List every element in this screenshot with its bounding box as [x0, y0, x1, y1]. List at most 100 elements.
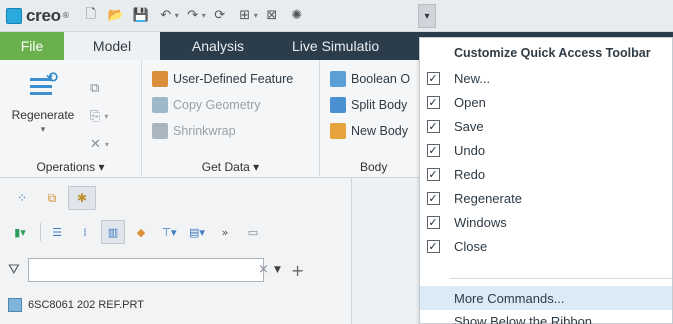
menu-item-new[interactable]: ✓ New...: [420, 66, 672, 90]
new-body-button[interactable]: New Body: [330, 120, 408, 142]
user-defined-feature-label: User-Defined Feature: [173, 72, 294, 86]
operations-group-label[interactable]: Operations ▾: [0, 160, 141, 174]
customize-icon[interactable]: ✺: [286, 5, 308, 27]
windows-icon[interactable]: ⊞: [234, 5, 256, 27]
part-icon: [8, 298, 22, 312]
show-icon[interactable]: ◆: [129, 220, 153, 244]
tab-file[interactable]: File: [0, 32, 64, 60]
tree-columns-icon[interactable]: ⁞: [73, 220, 97, 244]
menu-item-close[interactable]: ✓ Close: [420, 234, 672, 258]
menu-item-more-commands[interactable]: More Commands...: [420, 286, 672, 310]
regenerate-large-icon: ⟲: [28, 70, 58, 100]
undo-icon[interactable]: ↶: [155, 5, 177, 27]
tab-analysis[interactable]: Analysis: [160, 32, 276, 60]
filter-dropdown-icon[interactable]: ▼: [274, 265, 281, 275]
operations-group: ⟲ Regenerate ▾ ⧉ ⎘ ▾ ✕ ▾ Operations ▾: [0, 60, 142, 178]
undo-dropdown-icon[interactable]: ▾: [175, 11, 179, 20]
user-defined-feature-button[interactable]: User-Defined Feature: [152, 68, 293, 90]
checkbox-redo[interactable]: ✓: [426, 167, 440, 181]
copy-geometry-icon: [152, 97, 168, 113]
regenerate-label: Regenerate: [11, 108, 75, 122]
document-icon[interactable]: ▭: [241, 220, 265, 244]
model-display-icon[interactable]: ▮▾: [8, 220, 32, 244]
tree-filter-icon[interactable]: ⊤▾: [157, 220, 181, 244]
regenerate-button[interactable]: ⟲ Regenerate ▾: [8, 70, 78, 135]
redo-dropdown-icon[interactable]: ▾: [202, 11, 206, 20]
menu-item-label: More Commands...: [454, 290, 565, 306]
creo-window: creo ® 🗋 📂 💾 ↶ ▾ ↷ ▾ ⟳ ⊞ ▾ ⊠ ✺ ▾ File Mod…: [0, 0, 673, 324]
menu-item-label: Save: [454, 118, 484, 134]
tab-live-simulation[interactable]: Live Simulatio: [276, 32, 395, 60]
menu-item-redo[interactable]: ✓ Redo: [420, 162, 672, 186]
filter-input[interactable]: [28, 258, 264, 282]
delete-icon[interactable]: ✕ ▾: [90, 130, 130, 158]
menu-item-label: Show Below the Ribbon: [454, 313, 593, 324]
menu-item-label: Close: [454, 238, 488, 254]
panel-tabs: ⁘ ⧉ ✱: [8, 186, 98, 210]
shrinkwrap-button[interactable]: Shrinkwrap: [152, 120, 236, 142]
add-filter-icon[interactable]: +: [291, 261, 304, 280]
more-tools-icon[interactable]: »: [213, 220, 237, 244]
menu-item-open[interactable]: ✓ Open: [420, 90, 672, 114]
get-data-group: User-Defined Feature Copy Geometry Shrin…: [142, 60, 320, 178]
checkbox-close[interactable]: ✓: [426, 239, 440, 253]
menu-item-label: New...: [454, 70, 491, 86]
checkbox-new[interactable]: ✓: [426, 71, 440, 85]
checkbox-undo[interactable]: ✓: [426, 143, 440, 157]
shrinkwrap-icon: [152, 123, 168, 139]
boolean-operations-icon: [330, 71, 346, 87]
tree-list-icon[interactable]: ☰: [45, 220, 69, 244]
menu-item-save[interactable]: ✓ Save: [420, 114, 672, 138]
checkbox-save[interactable]: ✓: [426, 119, 440, 133]
new-body-icon: [330, 123, 346, 139]
paste-icon[interactable]: ⎘ ▾: [90, 102, 130, 130]
split-body-label: Split Body: [351, 98, 408, 112]
checkbox-regenerate[interactable]: ✓: [426, 191, 440, 205]
menu-title: Customize Quick Access Toolbar: [454, 46, 651, 60]
filter-input-wrap: ×: [28, 258, 269, 282]
menu-item-undo[interactable]: ✓ Undo: [420, 138, 672, 162]
regenerate-dropdown-icon[interactable]: ▾: [8, 125, 78, 135]
open-folder-icon[interactable]: 📂: [105, 5, 127, 27]
toolbar-separator: [40, 223, 41, 241]
windows-dropdown-icon[interactable]: ▾: [254, 11, 258, 20]
creo-logo-registered: ®: [61, 11, 70, 20]
panel-toolbar: ▮▾ ☰ ⁞ ▥ ◆ ⊤▾ ▤▾ » ▭: [8, 220, 269, 244]
checkbox-windows[interactable]: ✓: [426, 215, 440, 229]
clear-filter-icon[interactable]: ×: [258, 262, 269, 277]
redo-icon[interactable]: ↷: [182, 5, 204, 27]
tree-table-icon[interactable]: ▥: [101, 220, 125, 244]
menu-item-label: Regenerate: [454, 190, 522, 206]
copy-geometry-label: Copy Geometry: [173, 98, 261, 112]
get-data-group-label[interactable]: Get Data ▾: [142, 160, 319, 174]
regenerate-icon[interactable]: ⟳: [209, 5, 231, 27]
tree-item-label: 6SC8061 202 REF.PRT: [28, 299, 144, 311]
settings-table-icon[interactable]: ▤▾: [185, 220, 209, 244]
menu-divider: [450, 278, 672, 279]
close-window-icon[interactable]: ⊠: [261, 5, 283, 27]
customize-qat-menu: Customize Quick Access Toolbar ✓ New... …: [419, 37, 673, 324]
model-tree-tab-icon[interactable]: ⁘: [8, 186, 36, 210]
menu-item-label: Open: [454, 94, 486, 110]
operations-small-buttons: ⧉ ⎘ ▾ ✕ ▾: [90, 74, 130, 158]
folder-browser-tab-icon[interactable]: ⧉: [38, 186, 66, 210]
creo-logo: creo ®: [6, 4, 70, 28]
tree-item-root-part[interactable]: 6SC8061 202 REF.PRT: [8, 298, 144, 312]
quick-access-toolbar: creo ® 🗋 📂 💾 ↶ ▾ ↷ ▾ ⟳ ⊞ ▾ ⊠ ✺ ▾: [0, 0, 673, 32]
menu-item-windows[interactable]: ✓ Windows: [420, 210, 672, 234]
new-file-icon[interactable]: 🗋: [80, 5, 102, 27]
copy-geometry-button[interactable]: Copy Geometry: [152, 94, 261, 116]
shrinkwrap-label: Shrinkwrap: [173, 124, 236, 138]
model-tree-panel: ⁘ ⧉ ✱ ▮▾ ☰ ⁞ ▥ ◆ ⊤▾ ▤▾ » ▭ ⛛ × ▼ + 6SC80…: [0, 178, 352, 324]
customize-toolbar-button[interactable]: ▾: [418, 4, 436, 28]
save-icon[interactable]: 💾: [130, 5, 152, 27]
menu-item-label: Windows: [454, 214, 507, 230]
favorites-tab-icon[interactable]: ✱: [68, 186, 96, 210]
checkbox-open[interactable]: ✓: [426, 95, 440, 109]
menu-item-regenerate[interactable]: ✓ Regenerate: [420, 186, 672, 210]
split-body-button[interactable]: Split Body: [330, 94, 407, 116]
boolean-operations-button[interactable]: Boolean O: [330, 68, 410, 90]
copy-icon[interactable]: ⧉: [90, 74, 130, 102]
menu-item-show-below-ribbon[interactable]: Show Below the Ribbon: [420, 310, 672, 324]
tab-model[interactable]: Model: [64, 32, 160, 60]
